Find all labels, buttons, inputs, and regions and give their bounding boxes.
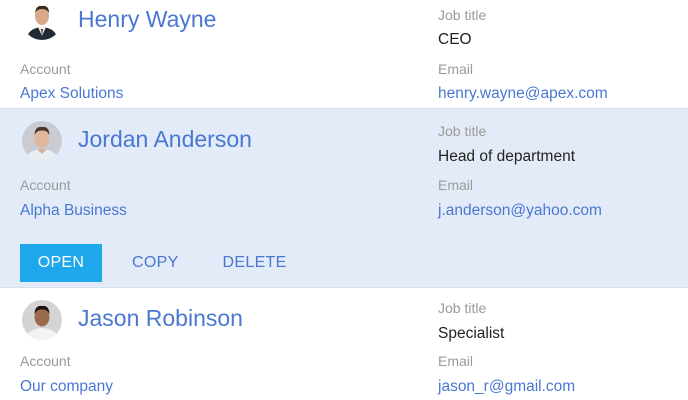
copy-button[interactable]: COPY <box>116 244 195 282</box>
avatar <box>22 300 62 340</box>
delete-button[interactable]: DELETE <box>207 244 303 282</box>
contact-record-selected[interactable]: Jordan Anderson Job title Head of depart… <box>0 108 688 288</box>
account-link[interactable]: Apex Solutions <box>20 85 123 103</box>
contact-name[interactable]: Jason Robinson <box>78 305 243 332</box>
account-link[interactable]: Our company <box>20 378 113 396</box>
contact-record[interactable]: Jason Robinson Job title Specialist Acco… <box>0 288 688 400</box>
email-link[interactable]: jason_r@gmail.com <box>438 378 575 396</box>
contact-name[interactable]: Henry Wayne <box>78 6 216 33</box>
contact-record[interactable]: Henry Wayne Job title CEO Account Apex S… <box>0 0 688 108</box>
email-caption: Email <box>438 177 474 193</box>
contact-list: Henry Wayne Job title CEO Account Apex S… <box>0 0 688 400</box>
account-link[interactable]: Alpha Business <box>20 202 127 220</box>
email-caption: Email <box>438 353 474 369</box>
job-title-value: Specialist <box>438 325 505 342</box>
account-caption: Account <box>20 353 71 369</box>
open-button[interactable]: OPEN <box>20 244 102 282</box>
account-caption: Account <box>20 61 71 77</box>
email-caption: Email <box>438 61 474 77</box>
account-caption: Account <box>20 177 71 193</box>
email-link[interactable]: henry.wayne@apex.com <box>438 85 608 103</box>
job-title-caption: Job title <box>438 300 487 316</box>
job-title-caption: Job title <box>438 123 487 139</box>
job-title-caption: Job title <box>438 7 487 23</box>
avatar <box>22 121 62 161</box>
job-title-value: CEO <box>438 31 472 48</box>
record-actions: OPEN COPY DELETE <box>20 244 303 282</box>
email-link[interactable]: j.anderson@yahoo.com <box>438 202 602 220</box>
avatar <box>22 0 62 40</box>
job-title-value: Head of department <box>438 148 576 165</box>
contact-name[interactable]: Jordan Anderson <box>78 126 252 153</box>
